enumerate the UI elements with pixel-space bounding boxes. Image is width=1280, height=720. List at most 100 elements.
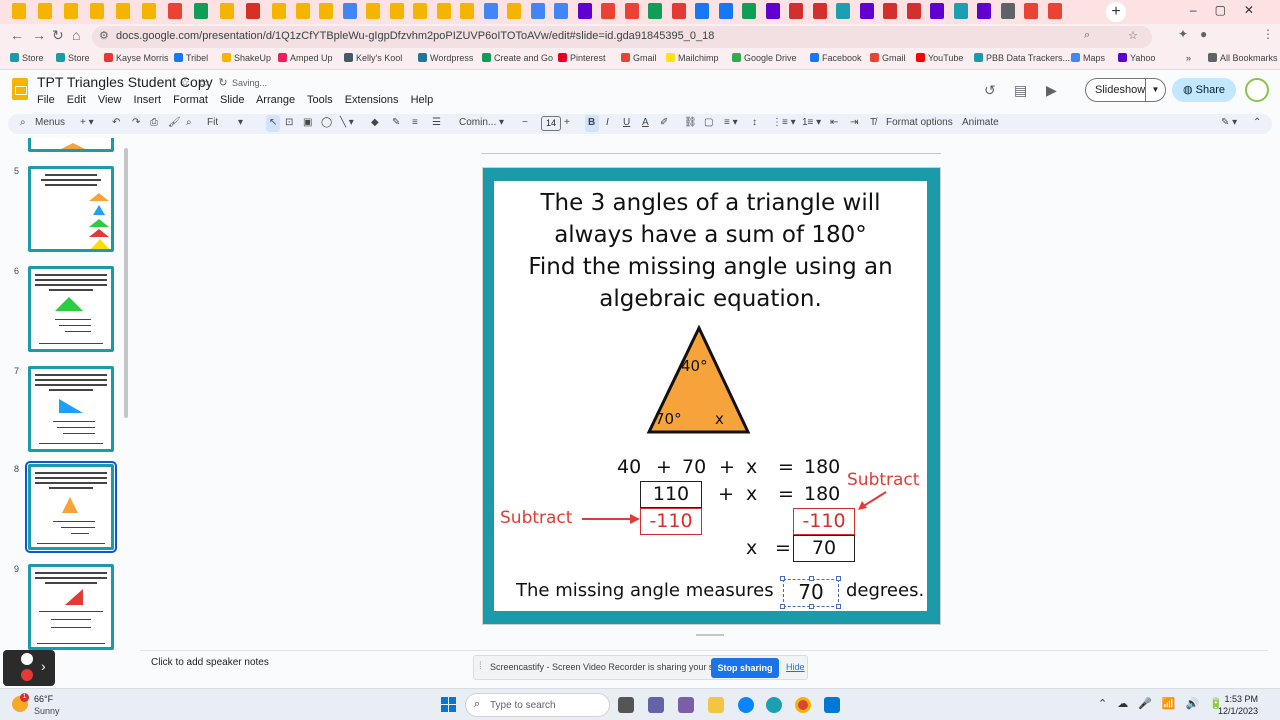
browser-tab[interactable] [507, 3, 521, 19]
bookmark-item[interactable]: Create and Go [482, 53, 553, 63]
bookmark-item[interactable]: Kelly's Kool [344, 53, 402, 63]
bookmark-item[interactable]: Yahoo [1118, 53, 1155, 63]
more-menu-icon[interactable]: ⋮ [1262, 27, 1274, 41]
browser-tab[interactable] [953, 3, 968, 19]
browser-tab[interactable] [1000, 3, 1015, 19]
bookmark-item[interactable]: Wordpress [418, 53, 473, 63]
bookmark-item[interactable]: Pinterest [558, 53, 606, 63]
edge-icon[interactable] [766, 697, 782, 713]
browser-tab[interactable] [460, 3, 474, 19]
browser-tab[interactable] [90, 3, 104, 19]
slide-thumbnail[interactable] [28, 564, 114, 650]
zoom-select[interactable]: Fit [207, 117, 218, 128]
menu-arrange[interactable]: Arrange [256, 94, 295, 106]
slide-thumbnail[interactable] [28, 138, 114, 152]
profile-icon[interactable]: ● [1200, 27, 1207, 41]
forward-icon[interactable]: → [32, 27, 46, 43]
slide-thumbnail-selected[interactable] [25, 461, 117, 553]
new-tab-button[interactable]: + [1106, 2, 1126, 22]
border-dash-icon[interactable]: ☰ [432, 117, 441, 128]
home-icon[interactable]: ⌂ [72, 27, 80, 43]
browser-tab[interactable] [1024, 3, 1038, 19]
chevron-down-icon[interactable]: ▾ [499, 117, 504, 128]
search-menus[interactable]: Menus [35, 117, 65, 128]
browser-tab[interactable] [436, 3, 451, 19]
bookmark-item[interactable]: Tribel [174, 53, 208, 63]
browser-tab[interactable] [413, 3, 427, 19]
slide-title[interactable]: The 3 angles of a triangle will always h… [494, 187, 927, 315]
browser-tab[interactable] [272, 3, 286, 19]
subtract-right-box[interactable]: -110 [793, 508, 855, 535]
bookmark-item[interactable]: PBB Data Trackers... [974, 53, 1070, 63]
more-bookmarks-icon[interactable]: » [1186, 53, 1191, 63]
snipping-tool-icon[interactable] [678, 697, 694, 713]
paint-format-icon[interactable]: 🖌 [168, 117, 181, 128]
reload-icon[interactable]: ↻ [52, 27, 64, 44]
image-icon[interactable]: ▣ [303, 117, 312, 128]
numbered-list-icon[interactable]: 1≡ ▾ [802, 117, 821, 128]
browser-tab[interactable] [220, 3, 234, 19]
chrome-icon[interactable] [795, 697, 811, 713]
print-icon[interactable]: ⎙ [150, 117, 158, 128]
highlight-icon[interactable]: ✐ [660, 117, 668, 128]
slides-logo-icon[interactable] [12, 78, 28, 100]
browser-tab[interactable] [789, 3, 803, 19]
browser-tab[interactable] [246, 3, 260, 19]
comment-icon[interactable]: ▢ [704, 117, 713, 128]
bookmark-item[interactable]: Gmail [870, 53, 906, 63]
drag-handle-icon[interactable]: ⁞ [479, 661, 482, 672]
bookmark-item[interactable]: Google Drive [732, 53, 797, 63]
browser-tab[interactable] [930, 3, 944, 19]
bold-icon[interactable]: B [588, 117, 595, 128]
border-weight-icon[interactable]: ≡ [412, 117, 418, 128]
bulleted-list-icon[interactable]: ⋮≡ ▾ [772, 117, 796, 128]
menu-insert[interactable]: Insert [134, 94, 162, 106]
search-icon[interactable]: ⌕ [1084, 29, 1090, 42]
browser-tab[interactable] [648, 3, 662, 19]
browser-tab[interactable] [142, 3, 156, 19]
browser-tab[interactable] [530, 3, 545, 19]
bookmark-item[interactable]: Kayse Morris [104, 53, 169, 63]
browser-tab[interactable] [38, 3, 52, 19]
chevron-down-icon[interactable]: ▾ [238, 117, 243, 128]
stop-sharing-button[interactable]: Stop sharing [711, 658, 779, 678]
browser-tab[interactable] [342, 3, 357, 19]
chat-icon[interactable] [648, 697, 664, 713]
taskbar-search[interactable]: ⌕ Type to search [465, 693, 610, 717]
text-box-icon[interactable]: ⊡ [285, 117, 293, 128]
menu-help[interactable]: Help [411, 94, 434, 106]
bookmark-item[interactable]: ShakeUp [222, 53, 271, 63]
resize-handle[interactable] [809, 576, 814, 581]
slide-thumbnail[interactable] [28, 166, 114, 252]
slide-thumbnail[interactable] [28, 366, 114, 452]
fill-color-icon[interactable]: ◆ [371, 117, 379, 128]
zoom-icon[interactable]: ⌕ [186, 117, 192, 128]
browser-tab[interactable] [695, 3, 709, 19]
task-view-icon[interactable] [618, 697, 634, 713]
menu-view[interactable]: View [98, 94, 122, 106]
avatar[interactable] [1245, 78, 1269, 102]
bookmark-item[interactable]: Amped Up [278, 53, 333, 63]
browser-tab[interactable] [483, 3, 498, 19]
underline-icon[interactable]: U [623, 117, 630, 128]
resize-handle[interactable] [780, 576, 785, 581]
speaker-notes-placeholder[interactable]: Click to add speaker notes [151, 657, 269, 668]
star-icon[interactable]: ☆ [180, 77, 190, 89]
browser-tab[interactable] [295, 3, 310, 19]
pause-icon[interactable] [21, 653, 33, 665]
text-color-icon[interactable]: A [642, 117, 649, 128]
version-history-icon[interactable]: ↺ [984, 82, 996, 99]
bookmark-item[interactable]: Mailchimp [666, 53, 719, 63]
browser-tab[interactable] [977, 3, 991, 19]
new-slide-icon[interactable]: + ▾ [80, 117, 94, 128]
animate-button[interactable]: Animate [962, 117, 999, 128]
browser-tab[interactable] [906, 3, 921, 19]
menu-edit[interactable]: Edit [67, 94, 86, 106]
bookmark-star-icon[interactable]: ☆ [1128, 29, 1138, 42]
clear-format-icon[interactable]: T̸ [870, 117, 876, 128]
line-icon[interactable]: ╲ ▾ [340, 117, 354, 128]
browser-tab[interactable] [366, 3, 380, 19]
editing-mode-icon[interactable]: ✎ ▾ [1221, 117, 1237, 128]
font-select[interactable]: Comin... [459, 117, 496, 128]
chevron-down-icon[interactable]: ▼ [1145, 79, 1165, 101]
